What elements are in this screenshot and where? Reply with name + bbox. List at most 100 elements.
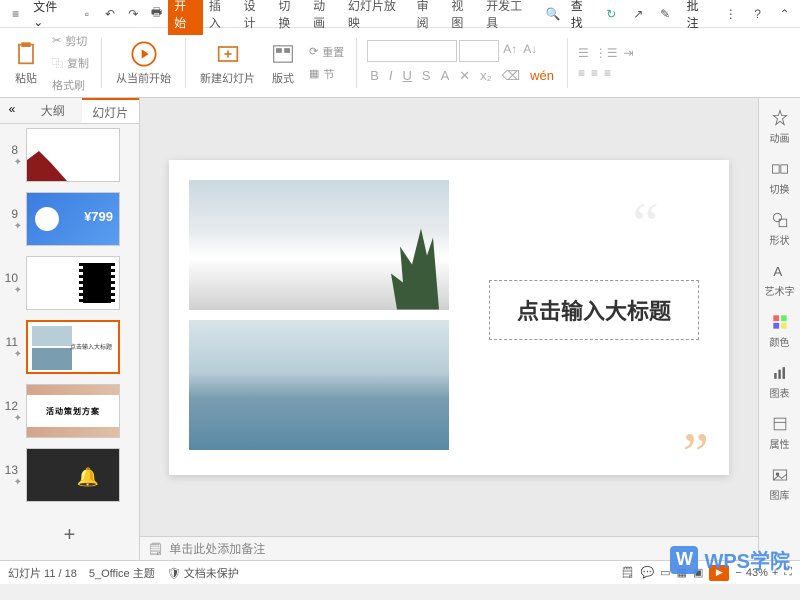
tab-review[interactable]: 审阅: [411, 0, 446, 35]
play-from-current[interactable]: 从当前开始: [112, 40, 175, 86]
rp-transition[interactable]: 切换: [770, 159, 790, 196]
slide-panel: « 大纲 幻灯片 8✦ 9✦ ¥799 10✦ 11✦ 点击输入大标题 12✦: [0, 98, 140, 560]
sidebar-tabs: « 大纲 幻灯片: [0, 98, 139, 124]
bold-button[interactable]: B: [367, 66, 382, 86]
help-icon[interactable]: ?: [748, 4, 767, 24]
new-slide-icon: [214, 40, 242, 68]
new-slide-button[interactable]: 新建幻灯片: [196, 40, 259, 86]
reset-icon: ⟳: [309, 45, 318, 58]
format-painter-button[interactable]: 格式刷: [50, 75, 91, 95]
thumb-13[interactable]: 13✦ 🔔: [4, 448, 135, 502]
wps-logo-icon: W: [670, 546, 698, 574]
bullets-button[interactable]: ☰: [578, 46, 589, 60]
tab-transition[interactable]: 切换: [272, 0, 307, 35]
animation-star-icon: ✦: [14, 349, 22, 360]
notes-toggle-icon[interactable]: 🗒: [621, 566, 635, 579]
animation-star-icon: ✦: [14, 221, 22, 232]
section-button[interactable]: ▦节: [307, 64, 346, 84]
outline-tab[interactable]: 大纲: [24, 98, 82, 123]
indent-button[interactable]: ⇥: [623, 46, 633, 60]
print-icon[interactable]: 🖶: [147, 4, 166, 24]
italic-button[interactable]: I: [386, 66, 396, 86]
notes-placeholder: 单击此处添加备注: [169, 540, 265, 557]
tab-slideshow[interactable]: 幻灯片放映: [342, 0, 411, 35]
sidebar-collapse[interactable]: «: [0, 98, 24, 123]
cloud-icon[interactable]: ↻: [602, 4, 621, 24]
search-icon[interactable]: 🔍: [544, 4, 563, 24]
thumb-11[interactable]: 11✦ 点击输入大标题: [4, 320, 135, 374]
numbering-button[interactable]: ⋮☰: [595, 46, 618, 60]
decrease-font-icon[interactable]: A↓: [521, 40, 539, 62]
new-slide-label: 新建幻灯片: [200, 70, 255, 86]
tab-start[interactable]: 开始: [168, 0, 203, 35]
top-right-controls: ↻ ↗ ✎ 批注 ⋮ ? ⌃: [600, 0, 796, 33]
thumbnails: 8✦ 9✦ ¥799 10✦ 11✦ 点击输入大标题 12✦ 活动策划方案 13…: [0, 124, 139, 516]
share-icon[interactable]: ↗: [629, 4, 648, 24]
collapse-icon[interactable]: ⌃: [775, 4, 794, 24]
thumb-9[interactable]: 9✦ ¥799: [4, 192, 135, 246]
underline-button[interactable]: U: [400, 66, 415, 86]
tab-insert[interactable]: 插入: [203, 0, 238, 35]
rp-wordart[interactable]: A艺术字: [765, 261, 795, 298]
add-slide-button[interactable]: +: [0, 516, 139, 555]
watermark: W WPS学院: [670, 545, 790, 574]
thumb-12[interactable]: 12✦ 活动策划方案: [4, 384, 135, 438]
title-text: 点击输入大标题: [517, 294, 671, 326]
protection-status[interactable]: 🛡 文档未保护: [167, 565, 239, 581]
align-center-button[interactable]: ≡: [591, 66, 598, 80]
ribbon: 粘贴 ✂剪切 ⿻复制 格式刷 从当前开始 新建幻灯片 版式 ⟳重置 ▦节 A↑ …: [0, 28, 800, 98]
layout-button[interactable]: 版式: [265, 40, 301, 86]
slide-image-1[interactable]: [189, 180, 449, 310]
slide-canvas[interactable]: “ 点击输入大标题 „: [140, 98, 758, 536]
search-label[interactable]: 查找: [565, 0, 600, 33]
thumb-8[interactable]: 8✦: [4, 128, 135, 182]
rp-chart[interactable]: 图表: [770, 363, 790, 400]
current-slide[interactable]: “ 点击输入大标题 „: [169, 160, 729, 475]
tab-dev[interactable]: 开发工具: [480, 0, 537, 35]
animation-star-icon: ✦: [14, 285, 22, 296]
align-right-button[interactable]: ≡: [604, 66, 611, 80]
normal-view-icon[interactable]: ▭: [660, 566, 670, 579]
layout-icon: [269, 40, 297, 68]
rp-property[interactable]: 属性: [770, 414, 790, 451]
annotate-icon[interactable]: ✎: [656, 4, 675, 24]
paste-group[interactable]: 粘贴: [8, 40, 44, 86]
slides-tab[interactable]: 幻灯片: [82, 98, 140, 123]
undo-icon[interactable]: ↶: [100, 4, 119, 24]
tab-animation[interactable]: 动画: [307, 0, 342, 35]
font-family-select[interactable]: [367, 40, 457, 62]
paste-label: 粘贴: [15, 70, 37, 86]
align-left-button[interactable]: ≡: [578, 66, 585, 80]
tab-design[interactable]: 设计: [238, 0, 273, 35]
strike-button[interactable]: S: [419, 66, 434, 86]
svg-text:A: A: [773, 264, 782, 279]
rp-shape[interactable]: 形状: [770, 210, 790, 247]
cut-button[interactable]: ✂剪切: [50, 31, 91, 51]
play-label: 从当前开始: [116, 70, 171, 86]
font-size-select[interactable]: [459, 40, 499, 62]
wen-button[interactable]: wén: [527, 66, 557, 86]
redo-icon[interactable]: ↷: [124, 4, 143, 24]
tab-view[interactable]: 视图: [445, 0, 480, 35]
rp-gallery[interactable]: 图库: [770, 465, 790, 502]
file-menu[interactable]: 文件 ⌄: [27, 0, 75, 31]
highlight-button[interactable]: ✕: [456, 66, 473, 86]
more-icon[interactable]: ⋮: [721, 4, 740, 24]
title-placeholder[interactable]: 点击输入大标题: [489, 280, 699, 340]
notes-bar[interactable]: 🗒 单击此处添加备注: [140, 536, 758, 560]
font-a-button[interactable]: A: [438, 66, 453, 86]
increase-font-icon[interactable]: A↑: [501, 40, 519, 62]
sub-button[interactable]: x₂: [477, 66, 495, 86]
slide-image-2[interactable]: [189, 320, 449, 450]
comments-toggle-icon[interactable]: 💬: [640, 566, 654, 579]
save-icon[interactable]: ▫: [77, 4, 96, 24]
annotate-label[interactable]: 批注: [681, 0, 716, 33]
reset-button[interactable]: ⟳重置: [307, 42, 346, 62]
copy-button[interactable]: ⿻复制: [50, 53, 91, 73]
hamburger-icon[interactable]: ≡: [6, 4, 25, 24]
thumb-10[interactable]: 10✦: [4, 256, 135, 310]
clear-format-button[interactable]: ⌫: [499, 66, 523, 86]
slide-small: ⟳重置 ▦节: [307, 42, 346, 84]
rp-animation[interactable]: 动画: [770, 108, 790, 145]
rp-color[interactable]: 颜色: [770, 312, 790, 349]
